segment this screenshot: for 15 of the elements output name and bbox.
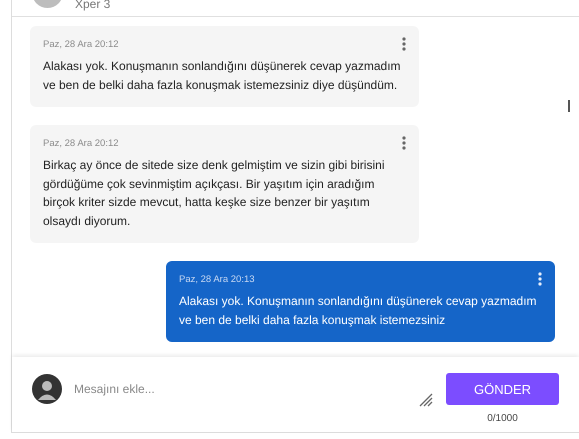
scroll-indicator xyxy=(568,100,570,112)
message-text: Alakası yok. Konuşmanın sonlandığını düşünerek cevap yazmadım ve ben de belki daha fazla konuşmak istemezsiniz xyxy=(179,293,538,328)
resize-handle-icon[interactable] xyxy=(419,393,433,407)
character-counter: 0/1000 xyxy=(487,413,518,424)
send-button[interactable]: GÖNDER xyxy=(446,373,559,405)
message-text: Birkaç ay önce de sitede size denk gelmiştim ve sizin gibi birisini gördüğüme çok sevinmiştim açıkçası. Bir yaşıtım için aradığım birçok kriter sizde mevcut, hatta keşke size benzer bir yaşıtım olsaydı diyorum. xyxy=(43,157,386,230)
message-time: Paz, 28 Ara 20:12 xyxy=(43,138,119,148)
message-input-field[interactable]: Mesajını ekle... xyxy=(74,382,324,396)
message-time: Paz, 28 Ara 20:12 xyxy=(43,38,119,50)
avatar-icon xyxy=(32,374,62,404)
more-options-icon[interactable] xyxy=(402,37,406,51)
message-text: Alakası yok. Konuşmanın sonlandığını düşünerek cevap yazmadım ve ben de belki daha fazla konuşmak istemezsiniz diye düşündüm. xyxy=(43,58,402,94)
message-time: Paz, 28 Ara 20:13 xyxy=(179,274,255,284)
more-options-icon[interactable] xyxy=(402,136,406,150)
more-options-icon[interactable] xyxy=(538,272,542,286)
